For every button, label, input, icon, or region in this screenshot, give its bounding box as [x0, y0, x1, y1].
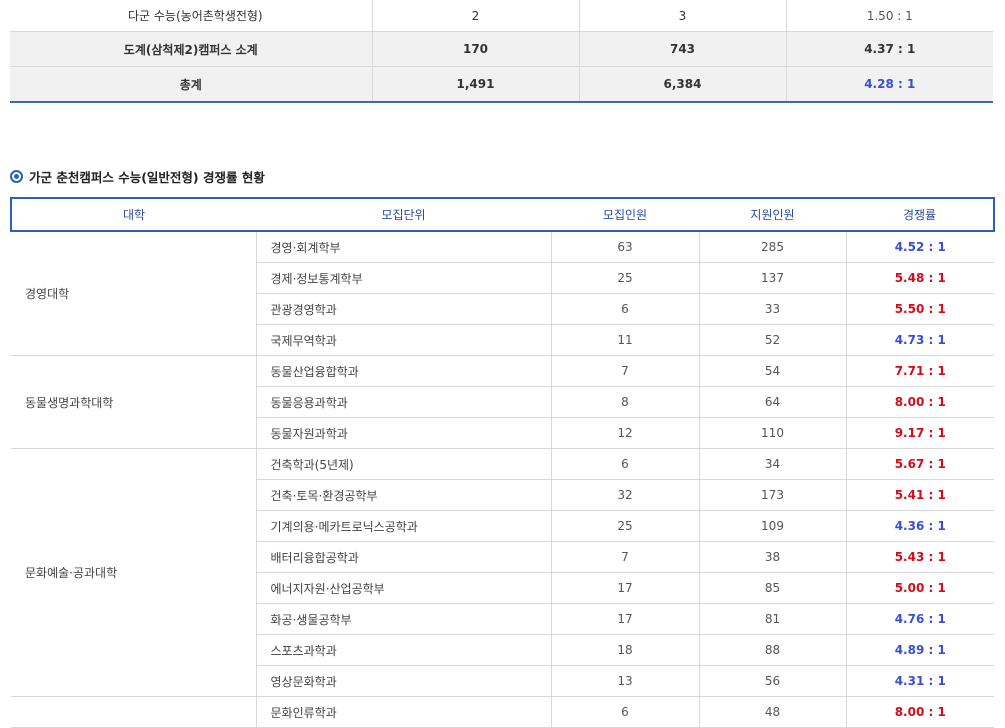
- recruit-count-cell: 17: [550, 603, 699, 635]
- unit-name-cell: 동물응용과학과: [255, 386, 551, 418]
- ratio-cell: 4.76 : 1: [845, 603, 994, 635]
- ratio-cell: 4.89 : 1: [845, 634, 994, 666]
- ratio-cell: 5.48 : 1: [845, 262, 994, 294]
- unit-name-cell: 화공·생물공학부: [255, 603, 551, 635]
- apply-count-cell: 110: [698, 417, 846, 449]
- college-name-cell: [11, 696, 256, 728]
- unit-name-cell: 동물산업융합학과: [255, 355, 551, 387]
- unit-name-cell: 기계의용·메카트로닉스공학과: [255, 510, 551, 542]
- ratio-cell: 7.71 : 1: [845, 355, 994, 387]
- recruit-count-cell: 32: [550, 479, 699, 511]
- unit-name-cell: 건축·토목·환경공학부: [255, 479, 551, 511]
- ratio-cell: 8.00 : 1: [845, 386, 994, 418]
- unit-name-cell: 영상문화학과: [255, 665, 551, 697]
- ratio-cell: 5.67 : 1: [845, 448, 994, 480]
- unit-name-cell: 에너지자원·산업공학부: [255, 572, 551, 604]
- table-row: 문화인류학과 6 48 8.00 : 1: [11, 696, 994, 728]
- table-row: 동물생명과학대학 동물산업융합학과 7 54 7.71 : 1: [11, 355, 994, 449]
- recruit-count-cell: 17: [550, 572, 699, 604]
- ratio-cell: 9.17 : 1: [845, 417, 994, 449]
- recruit-count-cell: 7: [550, 541, 699, 573]
- unit-name-cell: 관광경영학과: [255, 293, 551, 325]
- apply-count-cell: 109: [698, 510, 846, 542]
- unit-name-cell: 건축학과(5년제): [255, 448, 551, 480]
- header-college: 대학: [10, 197, 256, 232]
- apply-count-cell: 85: [698, 572, 846, 604]
- summary-recruit-count: 1,491: [371, 66, 579, 103]
- recruit-count-cell: 25: [550, 262, 699, 294]
- ratio-cell: 5.41 : 1: [845, 479, 994, 511]
- header-recruit: 모집인원: [551, 197, 699, 232]
- apply-count-cell: 64: [698, 386, 846, 418]
- ratio-cell: 4.36 : 1: [845, 510, 994, 542]
- summary-apply-count: 743: [578, 31, 786, 67]
- summary-row-nongeochon: 다군 수능(농어촌학생전형) 2 3 1.50 : 1: [10, 0, 993, 32]
- summary-ratio: 4.28 : 1: [785, 66, 993, 103]
- recruit-count-cell: 6: [550, 696, 699, 728]
- apply-count-cell: 137: [698, 262, 846, 294]
- summary-apply-count: 6,384: [578, 66, 786, 103]
- circle-bullet-icon: [10, 169, 23, 183]
- recruit-count-cell: 7: [550, 355, 699, 387]
- recruit-count-cell: 18: [550, 634, 699, 666]
- apply-count-cell: 52: [698, 324, 846, 356]
- summary-row-label: 다군 수능(농어촌학생전형): [10, 0, 372, 32]
- apply-count-cell: 56: [698, 665, 846, 697]
- summary-apply-count: 3: [578, 0, 786, 32]
- summary-row-label: 도계(삼척제2)캠퍼스 소계: [10, 31, 372, 67]
- unit-name-cell: 경제·정보통계학부: [255, 262, 551, 294]
- summary-ratio: 4.37 : 1: [785, 31, 993, 67]
- recruit-count-cell: 25: [550, 510, 699, 542]
- campus-summary-table: 다군 수능(농어촌학생전형) 2 3 1.50 : 1 도계(삼척제2)캠퍼스 …: [10, 0, 993, 103]
- table-row: 경영대학 경영·회계학부 63 285 4.52 : 1: [11, 231, 994, 356]
- apply-count-cell: 81: [698, 603, 846, 635]
- competition-rate-table: 대학 모집단위 모집인원 지원인원 경쟁률 경영대학 경영·회계학부 63 285 4.…: [10, 197, 995, 728]
- apply-count-cell: 38: [698, 541, 846, 573]
- summary-row-label: 총계: [10, 66, 372, 103]
- summary-ratio: 1.50 : 1: [785, 0, 993, 32]
- unit-name-cell: 스포츠과학과: [255, 634, 551, 666]
- summary-recruit-count: 2: [371, 0, 579, 32]
- unit-name-cell: 국제무역학과: [255, 324, 551, 356]
- recruit-count-cell: 63: [550, 231, 699, 263]
- apply-count-cell: 48: [698, 696, 846, 728]
- summary-row-total: 총계 1,491 6,384 4.28 : 1: [10, 66, 993, 103]
- table-body: 경영대학 경영·회계학부 63 285 4.52 : 1 경제·정보통계학부 25 137 5.…: [11, 231, 994, 728]
- section-heading: 가군 춘천캠퍼스 수능(일반전형) 경쟁률 현황: [10, 166, 265, 186]
- apply-count-cell: 88: [698, 634, 846, 666]
- unit-name-cell: 문화인류학과: [255, 696, 551, 728]
- header-unit: 모집단위: [256, 197, 551, 232]
- recruit-count-cell: 11: [550, 324, 699, 356]
- apply-count-cell: 54: [698, 355, 846, 387]
- ratio-cell: 5.50 : 1: [845, 293, 994, 325]
- recruit-count-cell: 13: [550, 665, 699, 697]
- recruit-count-cell: 6: [550, 293, 699, 325]
- apply-count-cell: 173: [698, 479, 846, 511]
- ratio-cell: 4.31 : 1: [845, 665, 994, 697]
- ratio-cell: 4.52 : 1: [845, 231, 994, 263]
- ratio-cell: 5.00 : 1: [845, 572, 994, 604]
- table-header-row: 대학 모집단위 모집인원 지원인원 경쟁률: [10, 197, 995, 232]
- unit-name-cell: 경영·회계학부: [255, 231, 551, 263]
- recruit-count-cell: 6: [550, 448, 699, 480]
- recruit-count-cell: 12: [550, 417, 699, 449]
- recruit-count-cell: 8: [550, 386, 699, 418]
- apply-count-cell: 33: [698, 293, 846, 325]
- college-name-cell: 경영대학: [11, 231, 256, 356]
- unit-name-cell: 배터리융합공학과: [255, 541, 551, 573]
- section-title: 가군 춘천캠퍼스 수능(일반전형) 경쟁률 현황: [29, 169, 265, 185]
- college-name-cell: 동물생명과학대학: [11, 355, 256, 449]
- apply-count-cell: 285: [698, 231, 846, 263]
- table-row: 문화예술·공과대학 건축학과(5년제) 6 34 5.67 : 1: [11, 448, 994, 697]
- college-name-cell: 문화예술·공과대학: [11, 448, 256, 697]
- apply-count-cell: 34: [698, 448, 846, 480]
- summary-row-subtotal: 도계(삼척제2)캠퍼스 소계 170 743 4.37 : 1: [10, 31, 993, 67]
- header-apply: 지원인원: [699, 197, 846, 232]
- unit-name-cell: 동물자원과학과: [255, 417, 551, 449]
- ratio-cell: 8.00 : 1: [845, 696, 994, 728]
- ratio-cell: 5.43 : 1: [845, 541, 994, 573]
- header-ratio: 경쟁률: [846, 197, 995, 232]
- summary-recruit-count: 170: [371, 31, 579, 67]
- ratio-cell: 4.73 : 1: [845, 324, 994, 356]
